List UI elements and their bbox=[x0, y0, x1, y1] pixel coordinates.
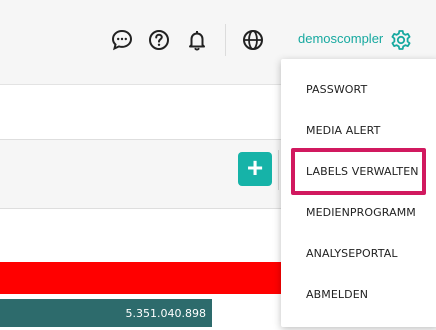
menu-item-analyseportal[interactable]: ANALYSEPORTAL bbox=[281, 233, 436, 273]
green-data-bar: 5.351.040.898 bbox=[0, 299, 212, 327]
menu-item-passwort[interactable]: PASSWORT bbox=[281, 69, 436, 109]
menu-item-labels-verwalten[interactable]: LABELS VERWALTEN bbox=[281, 151, 436, 191]
username-link[interactable]: demoscompler bbox=[298, 31, 383, 46]
globe-icon[interactable] bbox=[241, 28, 265, 52]
add-button-label: + bbox=[246, 152, 264, 183]
menu-item-medienprogramm[interactable]: MEDIENPROGRAMM bbox=[281, 192, 436, 232]
green-bar-value: 5.351.040.898 bbox=[125, 306, 206, 320]
user-dropdown-menu: PASSWORT MEDIA ALERT LABELS VERWALTEN ME… bbox=[281, 59, 436, 327]
menu-item-media-alert[interactable]: MEDIA ALERT bbox=[281, 110, 436, 150]
menu-item-abmelden[interactable]: ABMELDEN bbox=[281, 274, 436, 314]
chat-icon[interactable] bbox=[110, 28, 134, 52]
help-icon[interactable] bbox=[147, 28, 171, 52]
header-divider bbox=[225, 24, 226, 56]
bell-icon[interactable] bbox=[185, 28, 209, 52]
gear-icon[interactable] bbox=[389, 28, 413, 52]
add-button[interactable]: + bbox=[238, 152, 272, 186]
toolbar-divider bbox=[278, 150, 279, 190]
